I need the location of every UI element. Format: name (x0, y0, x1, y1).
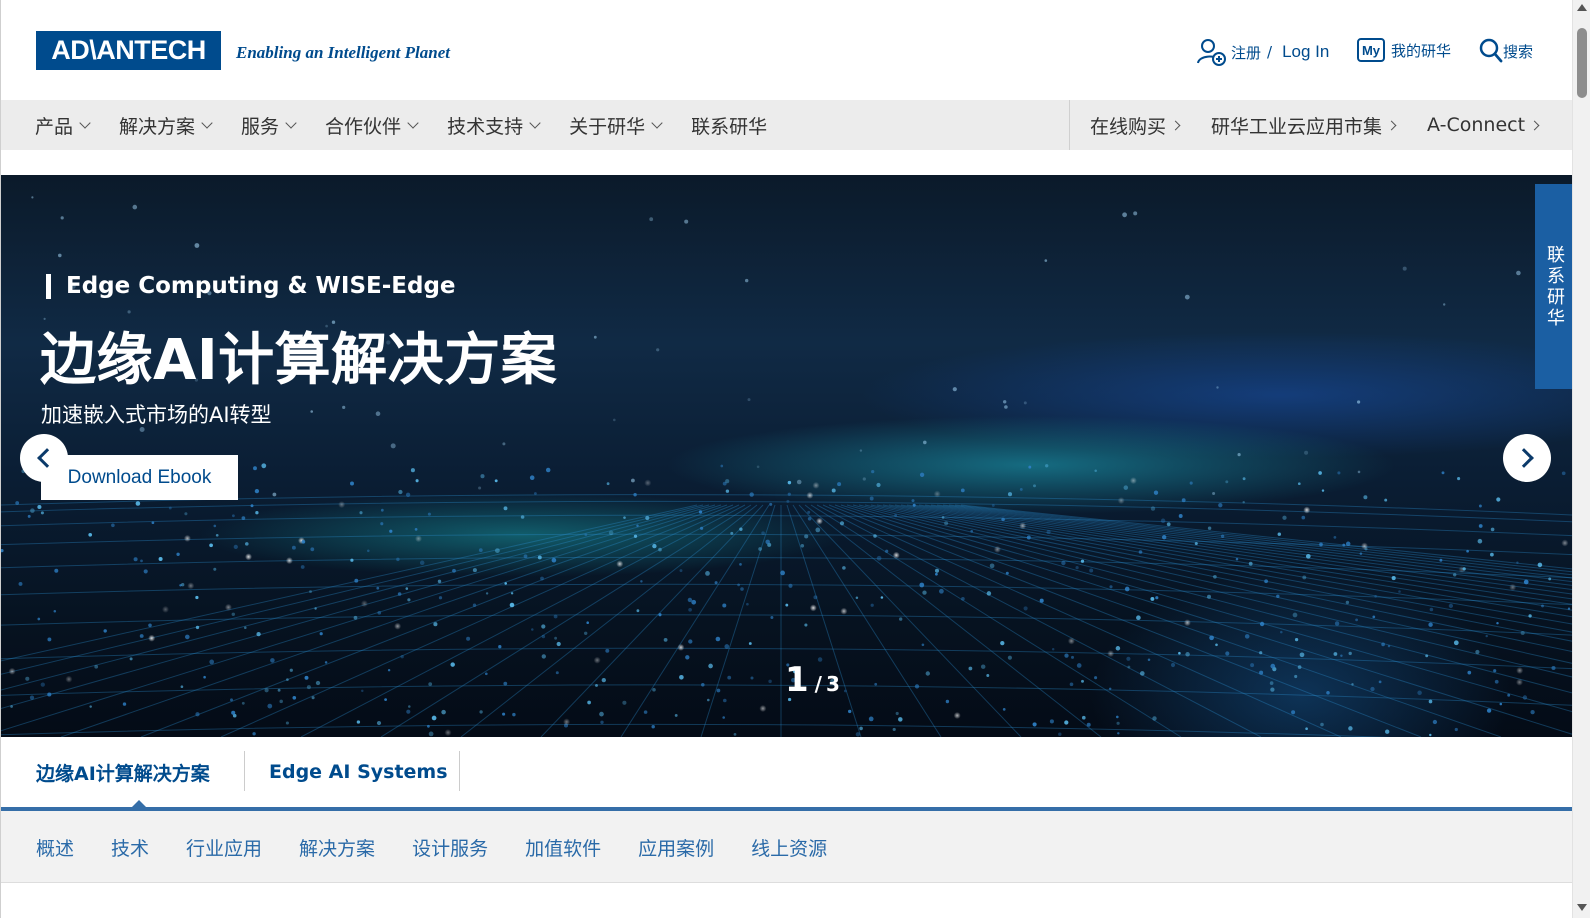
nav-label: 产品 (35, 115, 74, 138)
slash-separator: / (1267, 43, 1273, 61)
chevron-down-icon (201, 116, 213, 129)
chevron-down-icon (529, 116, 541, 129)
pager-separator: / (814, 672, 822, 696)
chevron-right-icon (1386, 120, 1397, 130)
page: AD\ANTECH Enabling an Intelligent Planet… (0, 0, 1572, 918)
hero-title: 边缘AI计算解决方案 (40, 328, 558, 393)
hero-kicker: Edge Computing & WISE-Edge (46, 273, 456, 299)
nav-label: 合作伙伴 (325, 115, 402, 138)
nav-label: 研华工业云应用市集 (1211, 115, 1383, 138)
kicker-bar (46, 273, 51, 299)
nav-label: A-Connect (1427, 114, 1526, 136)
tab-separator (459, 751, 460, 791)
main-nav: 产品 解决方案 服务 合作伙伴 技术支持 关于研华 联系研华 在线购买 研华工业… (1, 100, 1572, 150)
scrollbar-thumb[interactable] (1577, 28, 1587, 98)
carousel-prev-button[interactable] (20, 434, 68, 482)
nav-label: 解决方案 (119, 115, 196, 138)
pager-total: 3 (825, 672, 840, 696)
contact-side-tab-label: 联系研华 (1544, 244, 1565, 329)
nav-item-partners[interactable]: 合作伙伴 (325, 112, 419, 139)
nav-item-about[interactable]: 关于研华 (569, 112, 663, 139)
chevron-down-icon (407, 116, 419, 129)
logo-text: AD\ANTECH (51, 35, 206, 65)
carousel-pager: 1 / 3 (785, 660, 840, 700)
nav-item-a-connect[interactable]: A-Connect (1427, 114, 1540, 136)
hero-carousel: Edge Computing & WISE-Edge 边缘AI计算解决方案 加速… (1, 175, 1572, 737)
tagline: Enabling an Intelligent Planet (236, 43, 450, 62)
search-icon (1479, 38, 1503, 63)
section-nav-resources[interactable]: 线上资源 (751, 834, 827, 861)
tab-separator (244, 751, 245, 791)
login-link[interactable]: Log In (1282, 42, 1329, 62)
section-nav: 概述 技术 行业应用 解决方案 设计服务 加值软件 应用案例 线上资源 (1, 811, 1572, 883)
search-button[interactable]: 搜索 (1479, 38, 1533, 64)
section-nav-technology[interactable]: 技术 (111, 834, 149, 861)
chevron-left-icon (37, 448, 57, 468)
site-header: AD\ANTECH Enabling an Intelligent Planet… (1, 0, 1572, 100)
nav-primary: 产品 解决方案 服务 合作伙伴 技术支持 关于研华 联系研华 (35, 100, 797, 150)
page-scrollbar[interactable] (1572, 0, 1590, 918)
tab-edge-ai-solution[interactable]: 边缘AI计算解决方案 (36, 737, 210, 807)
download-ebook-button[interactable]: Download Ebook (41, 455, 238, 500)
nav-item-contact[interactable]: 联系研华 (691, 112, 767, 139)
search-label: 搜索 (1503, 42, 1534, 61)
active-tab-indicator (132, 800, 146, 807)
my-advantech-label: 我的研华 (1391, 41, 1452, 60)
scroll-down-arrow-icon[interactable] (1577, 904, 1587, 911)
carousel-next-button[interactable] (1503, 434, 1551, 482)
tab-edge-ai-systems[interactable]: Edge AI Systems (269, 737, 448, 807)
section-nav-software[interactable]: 加值软件 (525, 834, 601, 861)
nav-label: 在线购买 (1090, 115, 1167, 138)
nav-secondary: 在线购买 研华工业云应用市集 A-Connect (1090, 100, 1570, 150)
hero-kicker-text: Edge Computing & WISE-Edge (66, 273, 456, 299)
section-nav-overview[interactable]: 概述 (36, 834, 74, 861)
contact-side-tab[interactable]: 联系研华 (1535, 184, 1572, 389)
chevron-down-icon (651, 116, 663, 129)
user-add-icon[interactable] (1197, 38, 1227, 66)
nav-item-cloud-marketplace[interactable]: 研华工业云应用市集 (1211, 112, 1397, 139)
scroll-up-arrow-icon[interactable] (1577, 4, 1587, 11)
section-nav-design-services[interactable]: 设计服务 (412, 834, 488, 861)
nav-item-solutions[interactable]: 解决方案 (119, 112, 213, 139)
nav-item-buy-online[interactable]: 在线购买 (1090, 112, 1181, 139)
section-nav-list: 概述 技术 行业应用 解决方案 设计服务 加值软件 应用案例 线上资源 (36, 811, 864, 883)
nav-item-products[interactable]: 产品 (35, 112, 91, 139)
my-badge-icon: My (1357, 38, 1385, 62)
chevron-right-icon (1514, 448, 1534, 468)
login-area: 注册 / Log In (1197, 38, 1329, 66)
nav-label: 技术支持 (447, 115, 524, 138)
chevron-down-icon (79, 116, 91, 129)
advantech-logo[interactable]: AD\ANTECH (36, 31, 221, 70)
nav-item-support[interactable]: 技术支持 (447, 112, 541, 139)
nav-label: 联系研华 (691, 115, 768, 138)
register-link[interactable]: 注册 (1231, 42, 1261, 63)
chevron-right-icon (1170, 120, 1181, 130)
solution-tabs: 边缘AI计算解决方案 Edge AI Systems (1, 737, 1572, 807)
tab-label: 边缘AI计算解决方案 (36, 762, 210, 785)
nav-item-services[interactable]: 服务 (241, 112, 297, 139)
nav-label: 关于研华 (569, 115, 646, 138)
pager-current: 1 (785, 660, 809, 700)
section-nav-industry[interactable]: 行业应用 (186, 834, 262, 861)
section-nav-solutions[interactable]: 解决方案 (299, 834, 375, 861)
my-advantech[interactable]: My 我的研华 (1357, 38, 1451, 62)
nav-label: 服务 (241, 115, 280, 138)
tab-label: Edge AI Systems (269, 761, 448, 783)
nav-divider (1069, 100, 1070, 150)
hero-subtitle: 加速嵌入式市场的AI转型 (41, 403, 272, 427)
chevron-right-icon (1529, 120, 1540, 130)
section-nav-case-studies[interactable]: 应用案例 (638, 834, 714, 861)
chevron-down-icon (285, 116, 297, 129)
